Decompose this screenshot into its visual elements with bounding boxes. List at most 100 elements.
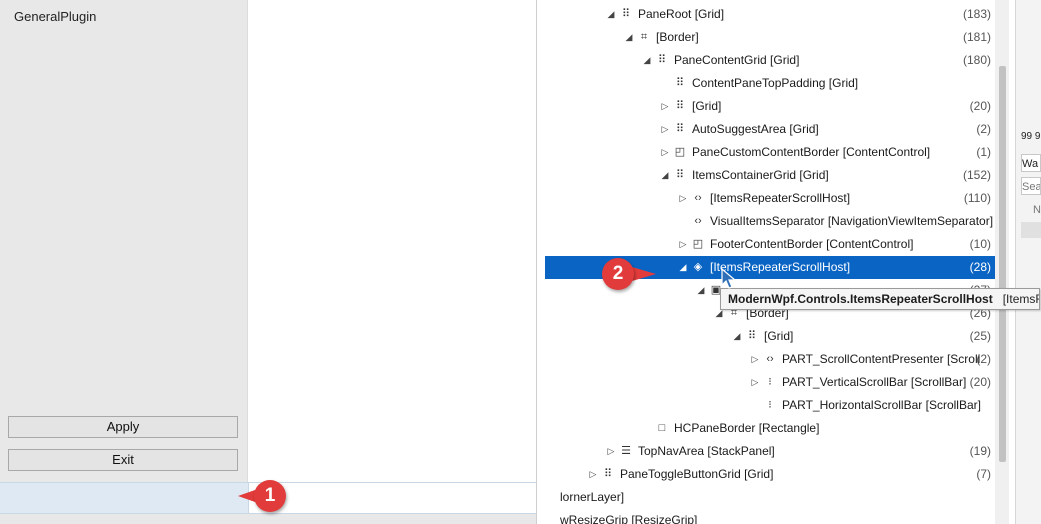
plugin-list-item-generalplugin[interactable]: GeneralPlugin <box>14 9 96 24</box>
tree-row-child-count: (1) <box>976 145 991 159</box>
tree-row[interactable]: ▷ ⠿ [Grid] (20) <box>537 95 996 118</box>
expanded-arrow-icon[interactable]: ◢ <box>642 49 652 72</box>
apply-button[interactable]: Apply <box>8 416 238 438</box>
tree-row[interactable]: ⠿ ContentPaneTopPadding [Grid] <box>537 72 996 95</box>
expanded-arrow-icon[interactable]: ◢ <box>732 325 742 348</box>
scroll-host-icon: ◈ <box>693 261 703 273</box>
tree-row[interactable]: ▷ ‹› PART_ScrollContentPresenter [Scroll (2… <box>537 348 996 371</box>
tree-row-label: [ItemsRepeaterScrollHost] <box>710 191 851 205</box>
tree-row[interactable]: wResizeGrip [ResizeGrip] <box>537 509 996 524</box>
bottom-edge <box>0 514 536 524</box>
properties-dropdown[interactable]: Wa <box>1021 154 1041 172</box>
tree-row-child-count: (181) <box>962 30 991 44</box>
stackpanel-icon: ☰ <box>621 445 631 457</box>
collapsed-arrow-icon[interactable]: ▷ <box>660 95 670 118</box>
grid-icon: ⠿ <box>747 330 757 342</box>
properties-row[interactable] <box>1021 222 1041 238</box>
tree-row[interactable]: ◢ ⠿ [Grid] (25) <box>537 325 996 348</box>
tree-row-child-count: (180) <box>962 53 991 67</box>
bottom-status-strip <box>0 482 248 514</box>
exit-button[interactable]: Exit <box>8 449 238 471</box>
tree-row-label: PaneCustomContentBorder [ContentControl] <box>692 145 931 159</box>
collapsed-arrow-icon[interactable]: ▷ <box>678 233 688 256</box>
tree-row[interactable]: ▷ ◰ PaneCustomContentBorder [ContentContro… <box>537 141 996 164</box>
callout-2-pointer <box>632 267 656 281</box>
code-icon: ‹› <box>694 215 702 227</box>
tree-row-child-count: (2) <box>976 122 991 136</box>
tree-scroll-thumb[interactable] <box>999 66 1006 462</box>
border-icon: ⌗ <box>640 31 648 43</box>
callout-marker-2: 2 <box>602 258 634 290</box>
grid-icon: ⠿ <box>603 468 613 480</box>
tree-row[interactable]: ‹› VisualItemsSeparator [NavigationViewIt… <box>537 210 996 233</box>
tree-row[interactable]: ⁝ PART_HorizontalScrollBar [ScrollBar] <box>537 394 996 417</box>
collapsed-arrow-icon[interactable]: ▷ <box>750 371 760 394</box>
tree-row-child-count: (110) <box>963 191 991 205</box>
tree-row-label: HCPaneBorder [Rectangle] <box>674 421 820 435</box>
tree-row-child-count: (7) <box>976 467 991 481</box>
collapsed-arrow-icon[interactable]: ▷ <box>750 348 760 371</box>
content-control-icon: ◰ <box>692 238 704 250</box>
expanded-arrow-icon[interactable]: ◢ <box>696 279 706 302</box>
tree-row[interactable]: ◢ ⠿ ItemsContainerGrid [Grid] (152) <box>537 164 996 187</box>
tree-row-label: PaneRoot [Grid] <box>638 7 725 21</box>
tree-row[interactable]: ◢ ⠿ PaneRoot [Grid] (183) <box>537 3 996 26</box>
plugin-content-area <box>248 0 536 482</box>
code-icon: ‹› <box>766 353 774 365</box>
tree-row-child-count: (183) <box>962 7 991 21</box>
tree-row-label: lornerLayer] <box>560 490 625 504</box>
tooltip-element-name: [ItemsRe <box>1002 292 1039 306</box>
expanded-arrow-icon[interactable]: ◢ <box>660 164 670 187</box>
tree-row[interactable]: ▷ ⁝ PART_VerticalScrollBar [ScrollBar] (20) <box>537 371 996 394</box>
properties-column-header-name: N <box>1033 204 1041 216</box>
tree-row[interactable]: ▷ ◰ FooterContentBorder [ContentControl] (1… <box>537 233 996 256</box>
tree-row-label: ContentPaneTopPadding [Grid] <box>692 76 859 90</box>
tree-row-child-count: (20) <box>969 375 991 389</box>
tree-row-label: [Grid] <box>692 99 722 113</box>
tree-row-label: PaneToggleButtonGrid [Grid] <box>620 467 774 481</box>
collapsed-arrow-icon[interactable]: ▷ <box>678 187 688 210</box>
tree-row[interactable]: ▷ ‹› [ItemsRepeaterScrollHost] (110) <box>537 187 996 210</box>
tree-row-label: ItemsContainerGrid [Grid] <box>692 168 829 182</box>
tree-row[interactable]: ▷ ⠿ AutoSuggestArea [Grid] (2) <box>537 118 996 141</box>
tree-row[interactable]: ◢ ⠿ PaneContentGrid [Grid] (180) <box>537 49 996 72</box>
tree-row-label: PART_ScrollContentPresenter [Scroll <box>782 352 981 366</box>
properties-panel-edge <box>1015 0 1041 524</box>
tree-row-child-count: (10) <box>969 237 991 251</box>
zoom-field[interactable]: 99 9 <box>1021 131 1041 145</box>
code-icon: ‹› <box>694 192 702 204</box>
collapsed-arrow-icon[interactable]: ▷ <box>660 118 670 141</box>
tree-row-label: PaneContentGrid [Grid] <box>674 53 800 67</box>
tree-row-child-count: (28) <box>969 260 991 274</box>
expanded-arrow-icon[interactable]: ◢ <box>624 26 634 49</box>
collapsed-arrow-icon[interactable]: ▷ <box>606 440 616 463</box>
tree-row[interactable]: ◢ ⌗ [Border] (181) <box>537 26 996 49</box>
expanded-arrow-icon[interactable]: ◢ <box>606 3 616 26</box>
expanded-arrow-icon[interactable]: ◢ <box>678 256 688 279</box>
tree-row-label: AutoSuggestArea [Grid] <box>692 122 819 136</box>
tree-row-label: FooterContentBorder [ContentControl] <box>710 237 914 251</box>
tree-row-child-count: (2) <box>976 352 991 366</box>
tree-row[interactable]: ▷ ☰ TopNavArea [StackPanel] (19) <box>537 440 996 463</box>
tree-row-child-count: (25) <box>969 329 991 343</box>
scrollbar-icon: ⁝ <box>768 399 772 411</box>
grid-icon: ⠿ <box>675 77 685 89</box>
mouse-cursor-icon <box>721 268 737 289</box>
properties-search-input[interactable]: Sea <box>1021 177 1041 195</box>
collapsed-arrow-icon[interactable]: ▷ <box>660 141 670 164</box>
grid-icon: ⠿ <box>621 8 631 20</box>
plugin-list-panel: GeneralPlugin Apply Exit <box>0 0 248 482</box>
bottom-input-field[interactable] <box>248 482 536 514</box>
callout-marker-1: 1 <box>254 480 286 512</box>
tree-row-child-count: (20) <box>969 99 991 113</box>
collapsed-arrow-icon[interactable]: ▷ <box>588 463 598 486</box>
tree-row[interactable]: lornerLayer] <box>537 486 996 509</box>
content-control-icon: ◰ <box>674 146 686 158</box>
grid-icon: ⠿ <box>675 169 685 181</box>
grid-icon: ⠿ <box>675 123 685 135</box>
tree-row[interactable]: □ HCPaneBorder [Rectangle] <box>537 417 996 440</box>
tooltip-type-name: ModernWpf.Controls.ItemsRepeaterScrollHo… <box>728 292 993 306</box>
tree-row-label: TopNavArea [StackPanel] <box>638 444 775 458</box>
rectangle-icon: □ <box>658 422 666 434</box>
tree-row[interactable]: ▷ ⠿ PaneToggleButtonGrid [Grid] (7) <box>537 463 996 486</box>
